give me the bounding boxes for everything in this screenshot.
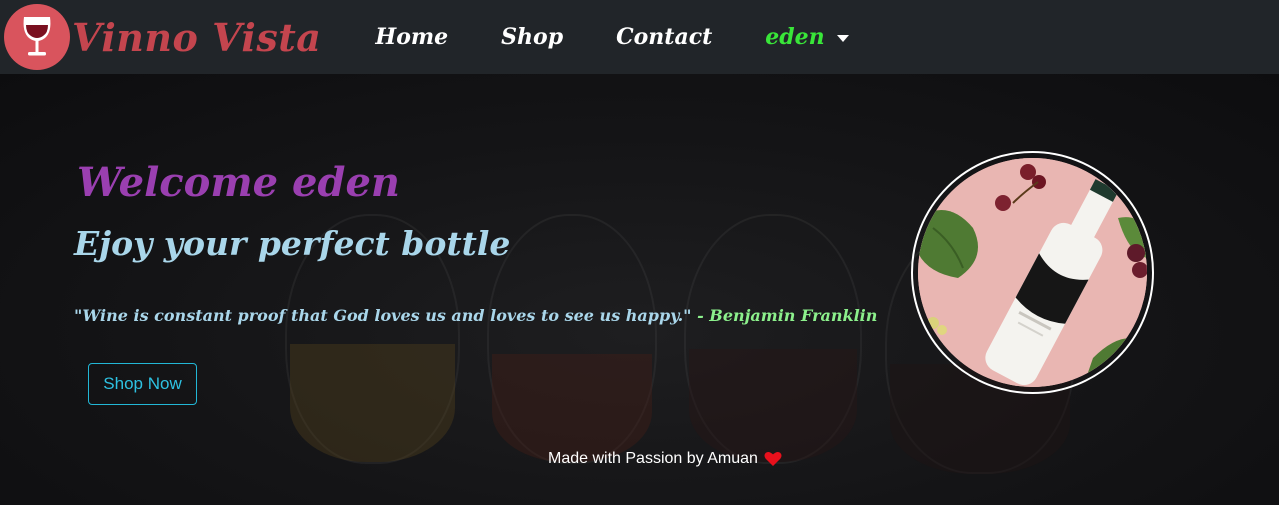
nav-links: Home Shop Contact eden [375,24,849,50]
shop-now-button[interactable]: Shop Now [88,363,197,405]
nav-link-contact[interactable]: Contact [616,24,712,50]
nav-link-home[interactable]: Home [375,24,448,50]
product-image [911,151,1154,394]
hero-subtitle: Ejoy your perfect bottle [74,224,511,263]
wine-glass-icon [4,4,70,70]
welcome-heading: Welcome eden [77,159,400,206]
caret-down-icon [836,34,849,42]
hero-section: Welcome eden Ejoy your perfect bottle "W… [0,74,1279,505]
user-dropdown[interactable]: eden [765,24,849,50]
heart-icon [764,451,782,467]
quote-text: "Wine is constant proof that God loves u… [74,306,692,325]
quote: "Wine is constant proof that God loves u… [74,306,877,325]
user-name: eden [765,24,825,50]
quote-author: - Benjamin Franklin [691,306,878,325]
footer-note: Made with Passion by Amuan [548,450,782,468]
navbar: Vinno Vista Home Shop Contact eden [0,0,1279,74]
nav-link-shop[interactable]: Shop [501,24,563,50]
brand-name: Vinno Vista [72,14,322,60]
brand[interactable]: Vinno Vista [4,0,321,74]
footer-text: Made with Passion by Amuan [548,450,758,467]
